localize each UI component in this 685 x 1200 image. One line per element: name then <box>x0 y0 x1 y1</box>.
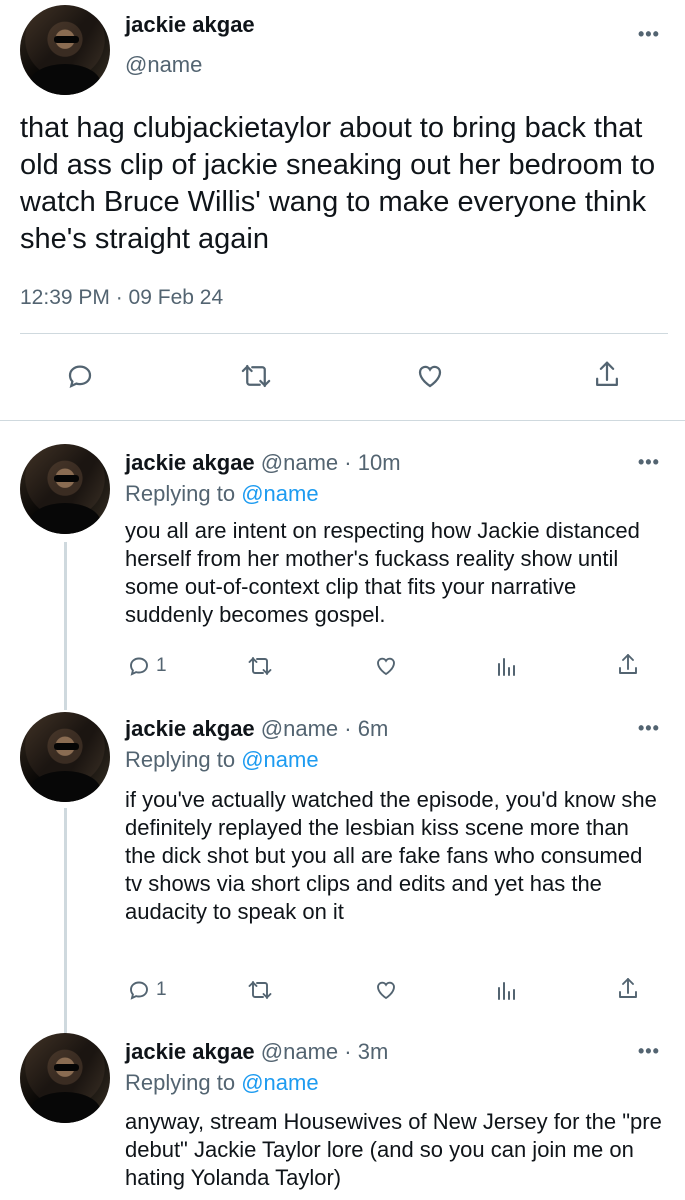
more-horizontal-icon[interactable]: ••• <box>638 718 660 739</box>
reply-text: you all are intent on respecting how Jac… <box>125 518 640 627</box>
more-horizontal-icon[interactable]: ••• <box>638 1041 660 1062</box>
reply-author-name[interactable]: jackie akgae <box>125 450 255 475</box>
reply-author-handle[interactable]: @name <box>261 716 338 741</box>
reply-count: 1 <box>156 655 167 676</box>
analytics-icon[interactable] <box>492 976 520 1004</box>
reply-header: jackie akgae @name · 10m <box>125 450 401 476</box>
replying-to-link[interactable]: @name <box>241 481 318 506</box>
retweet-icon[interactable] <box>244 976 276 1004</box>
replying-to-link[interactable]: @name <box>241 1070 318 1095</box>
reply-header: jackie akgae @name · 6m <box>125 716 388 742</box>
like-icon[interactable] <box>371 976 401 1004</box>
tweet-timestamp[interactable]: 12:39 PM · 09 Feb 24 <box>20 286 223 310</box>
replying-to: Replying to @name <box>125 1070 319 1096</box>
analytics-icon[interactable] <box>492 652 520 680</box>
thread-line <box>64 808 67 1036</box>
author-name[interactable]: jackie akgae <box>125 12 255 38</box>
divider <box>20 333 668 334</box>
replying-to-link[interactable]: @name <box>241 747 318 772</box>
more-horizontal-icon[interactable]: ••• <box>638 24 660 45</box>
tweet-text: that hag clubjackietaylor about to bring… <box>20 112 656 255</box>
author-handle[interactable]: @name <box>125 52 202 78</box>
replying-prefix: Replying to <box>125 747 236 772</box>
reply-author-name[interactable]: jackie akgae <box>125 716 255 741</box>
replying-to: Replying to @name <box>125 481 319 507</box>
reply-header: jackie akgae @name · 3m <box>125 1039 388 1065</box>
share-icon[interactable] <box>589 356 625 394</box>
like-icon[interactable] <box>412 358 448 394</box>
reply-text: if you've actually watched the episode, … <box>125 787 657 924</box>
reply-time[interactable]: 6m <box>358 716 389 741</box>
reply-text: anyway, stream Housewives of New Jersey … <box>125 1109 662 1190</box>
reply-author-name[interactable]: jackie akgae <box>125 1039 255 1064</box>
reply-avatar[interactable] <box>20 1033 110 1123</box>
share-icon[interactable] <box>614 650 642 680</box>
reply-time[interactable]: 3m <box>358 1039 389 1064</box>
replying-to: Replying to @name <box>125 747 319 773</box>
like-icon[interactable] <box>371 652 401 680</box>
retweet-icon[interactable] <box>244 652 276 680</box>
retweet-icon[interactable] <box>236 358 276 394</box>
reply-avatar[interactable] <box>20 444 110 534</box>
replying-prefix: Replying to <box>125 481 236 506</box>
reply-avatar[interactable] <box>20 712 110 802</box>
reply-author-handle[interactable]: @name <box>261 450 338 475</box>
author-avatar[interactable] <box>20 5 110 95</box>
divider <box>0 420 685 421</box>
replying-prefix: Replying to <box>125 1070 236 1095</box>
separator: · <box>344 1039 352 1064</box>
separator: · <box>344 716 352 741</box>
more-horizontal-icon[interactable]: ••• <box>638 452 660 473</box>
thread-line <box>64 542 67 710</box>
reply-icon[interactable] <box>125 652 153 680</box>
reply-count: 1 <box>156 979 167 1000</box>
reply-icon[interactable] <box>125 976 153 1004</box>
reply-time[interactable]: 10m <box>358 450 401 475</box>
reply-author-handle[interactable]: @name <box>261 1039 338 1064</box>
reply-icon[interactable] <box>62 358 98 394</box>
separator: · <box>344 450 352 475</box>
share-icon[interactable] <box>614 974 642 1004</box>
